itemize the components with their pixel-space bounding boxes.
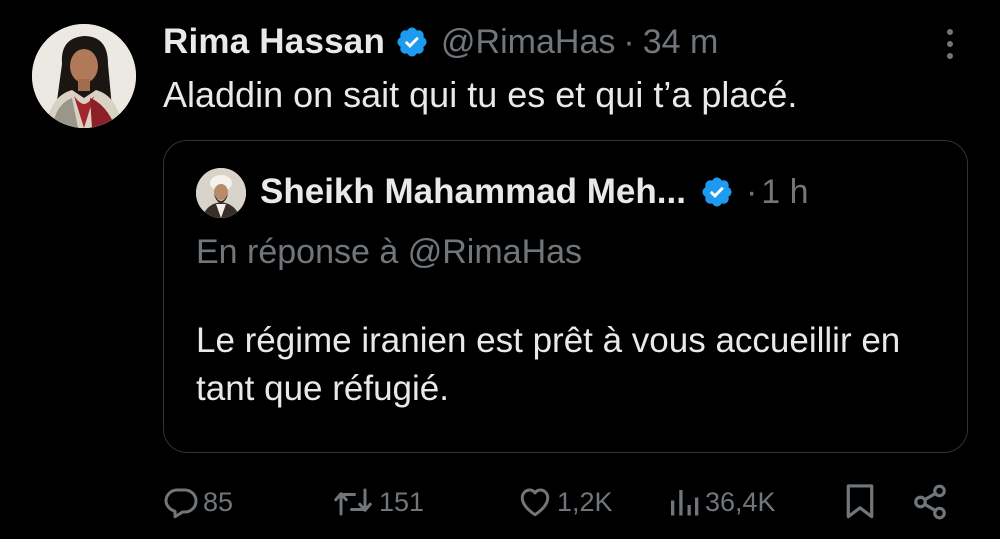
reply-prefix: En réponse à [196,233,399,271]
quoted-tweet-timestamp[interactable]: 1 h [761,173,808,212]
like-count: 1,2K [557,486,613,517]
quoted-author-name[interactable]: Sheikh Mahammad Meh... [260,172,686,212]
author-name[interactable]: Rima Hassan [163,22,385,62]
retweet-icon [334,488,372,516]
profile-photo-icon [32,24,136,128]
retweet-button[interactable]: 151 [331,480,424,524]
reply-count: 85 [203,486,234,517]
reply-handle-link[interactable]: @RimaHas [408,233,582,271]
bookmark-button[interactable] [843,480,877,524]
views-bar-chart-icon [671,490,699,516]
reply-button[interactable]: 85 [163,480,233,524]
reply-context: En réponse à @RimaHas [196,233,582,272]
views-button[interactable]: 36,4K [665,480,776,524]
more-options-icon[interactable] [938,26,962,62]
share-icon [914,484,946,520]
heart-icon [520,488,550,517]
quoted-tweet[interactable]: Sheikh Mahammad Meh... · 1 h En réponse … [163,140,968,453]
header-separator: · [745,172,758,211]
tweet-header: Rima Hassan @RimaHas · 34 m [163,20,718,64]
tweet-card[interactable]: Rima Hassan @RimaHas · 34 m Aladdin on s… [0,0,1000,539]
quoted-tweet-header: Sheikh Mahammad Meh... · 1 h [260,169,809,215]
author-handle[interactable]: @RimaHas [441,23,615,62]
verified-badge-icon[interactable] [395,25,429,59]
bookmark-icon [846,484,874,519]
views-count: 36,4K [705,486,776,517]
verified-badge-icon[interactable] [700,175,734,209]
share-button[interactable] [911,480,949,524]
reply-icon [164,488,198,519]
retweet-count: 151 [379,486,425,517]
quoted-author-avatar[interactable] [196,168,246,218]
header-separator: · [623,22,635,61]
profile-photo-icon [196,168,246,218]
tweet-text: Aladdin on sait qui tu es et qui t’a pla… [163,74,798,115]
quoted-tweet-text: Le régime iranien est prêt à vous accuei… [196,321,901,408]
tweet-timestamp[interactable]: 34 m [643,23,719,62]
action-bar: 85 151 1,2K 36,4K [163,480,963,524]
like-button[interactable]: 1,2K [517,480,613,524]
author-avatar[interactable] [32,24,136,128]
